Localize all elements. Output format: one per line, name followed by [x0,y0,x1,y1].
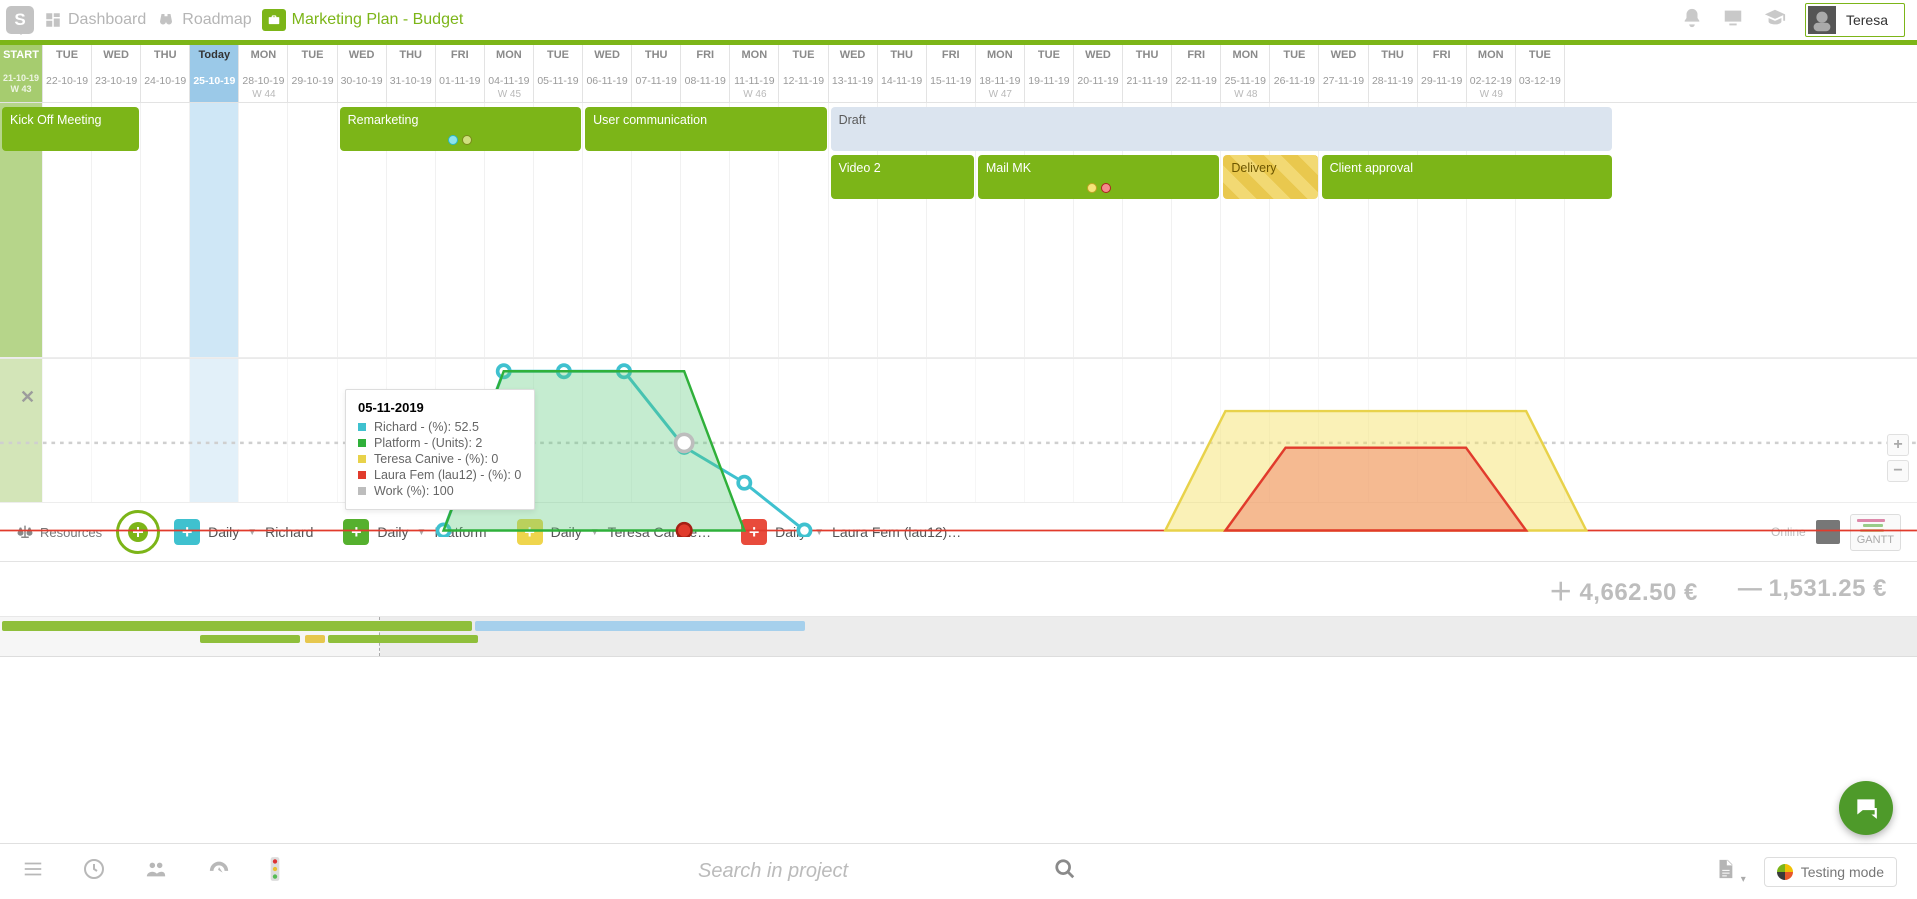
timeline-col: Today25-10-19 [190,45,239,102]
start-date: 21-10-19 [0,73,42,83]
search-input[interactable] [698,860,958,883]
timeline-col: THU21-11-19 [1123,45,1172,102]
testing-mode-icon [1777,864,1793,880]
task-bar[interactable]: User communication [585,107,827,151]
nav-roadmap[interactable]: Roadmap [156,11,251,29]
timeline-col: TUE29-10-19 [288,45,337,102]
nav-project[interactable]: Marketing Plan - Budget [262,9,464,31]
zoom-controls: + − [1887,434,1909,482]
footer: ▾ Testing mode [0,843,1917,899]
timeline-col: THU07-11-19 [632,45,681,102]
chart-tooltip: 05-11-2019 Richard - (%): 52.5Platform -… [345,389,535,510]
document-icon[interactable]: ▾ [1714,856,1745,887]
timeline-col: MON11-11-19W 46 [730,45,779,102]
timeline-col: THU28-11-19 [1369,45,1418,102]
gantt-area[interactable]: Kick Off Meeting RemarketingUser communic… [0,103,1917,358]
timeline-col: WED27-11-19 [1319,45,1368,102]
zoom-out-button[interactable]: − [1887,460,1909,482]
timeline-col: TUE22-10-19 [43,45,92,102]
graduation-icon[interactable] [1763,7,1787,34]
nav-roadmap-label: Roadmap [182,11,251,29]
timeline-columns: TUE22-10-19WED23-10-19THU24-10-19Today25… [43,45,1565,102]
user-chip[interactable]: Teresa [1805,3,1905,37]
dashboard-icon [44,11,62,29]
bell-icon[interactable] [1681,7,1703,34]
task-bar[interactable]: Remarketing [340,107,582,151]
timeline-col: TUE05-11-19 [534,45,583,102]
task-bar[interactable]: Client approval [1322,155,1613,199]
timeline-col: WED13-11-19 [829,45,878,102]
timeline-col: WED30-10-19 [338,45,387,102]
tooltip-row: Platform - (Units): 2 [358,435,522,451]
timeline-col: WED20-11-19 [1074,45,1123,102]
timeline-col: FRI15-11-19 [927,45,976,102]
timeline-col: MON02-12-19W 49 [1467,45,1516,102]
traffic-light-icon[interactable] [268,856,282,887]
app-logo[interactable]: S [6,6,34,34]
timeline-col: MON25-11-19W 48 [1221,45,1270,102]
briefcase-icon [262,9,286,31]
task-bar[interactable]: Draft [831,107,1613,151]
topbar: S Dashboard Roadmap Marketing Plan - Bud… [0,0,1917,40]
clock-icon[interactable] [82,857,106,886]
team-icon[interactable] [142,858,170,885]
timeline-col: TUE12-11-19 [779,45,828,102]
task-bar[interactable]: Mail MK [978,155,1220,199]
timeline-col: TUE03-12-19 [1516,45,1565,102]
start-label: START [3,49,39,61]
monitor-icon[interactable] [1721,7,1745,34]
binoculars-icon [156,11,176,29]
timeline-col: WED23-10-19 [92,45,141,102]
task-bar[interactable]: Kick Off Meeting [2,107,139,151]
chat-fab[interactable] [1839,781,1893,835]
testing-mode-label: Testing mode [1801,864,1884,880]
timeline-col: FRI22-11-19 [1172,45,1221,102]
timeline-col: FRI08-11-19 [681,45,730,102]
timeline-col: THU14-11-19 [878,45,927,102]
timeline-col: WED06-11-19 [583,45,632,102]
chart-plot [0,359,1917,537]
timeline-col: TUE26-11-19 [1270,45,1319,102]
timeline-col: FRI01-11-19 [436,45,485,102]
timeline-col: FRI29-11-19 [1418,45,1467,102]
gauge-icon[interactable] [206,858,232,885]
timeline-col: THU31-10-19 [387,45,436,102]
totals-bar: ＋ 4,662.50 € — 1,531.25 € [0,562,1917,617]
testing-mode-button[interactable]: Testing mode [1764,857,1897,887]
tooltip-row: Laura Fem (lau12) - (%): 0 [358,467,522,483]
nav-dashboard[interactable]: Dashboard [44,11,146,29]
nav-project-label: Marketing Plan - Budget [292,11,464,29]
timeline-col: TUE19-11-19 [1025,45,1074,102]
search [698,860,998,883]
tooltip-date: 05-11-2019 [358,400,522,415]
nav-dashboard-label: Dashboard [68,11,146,29]
minimap[interactable] [0,617,1917,657]
total-positive: ＋ 4,662.50 € [1549,572,1698,607]
timeline-header: START 21-10-19 W 43 TUE22-10-19WED23-10-… [0,45,1917,103]
total-negative: — 1,531.25 € [1738,575,1887,603]
user-name: Teresa [1846,12,1888,28]
topbar-right: Teresa [1681,3,1905,37]
topbar-left: S Dashboard Roadmap Marketing Plan - Bud… [6,6,463,34]
timeline-col: MON04-11-19W 45 [485,45,534,102]
timeline-start: START 21-10-19 W 43 [0,45,43,102]
search-icon[interactable] [1054,858,1076,886]
timeline-col: MON18-11-19W 47 [976,45,1025,102]
zoom-in-button[interactable]: + [1887,434,1909,456]
start-week: W 43 [10,84,31,94]
tooltip-row: Richard - (%): 52.5 [358,419,522,435]
task-bar[interactable]: Delivery [1223,155,1317,199]
tooltip-row: Work (%): 100 [358,483,522,499]
timeline-col: MON28-10-19W 44 [239,45,288,102]
avatar [1808,6,1836,34]
list-icon[interactable] [20,858,46,885]
tooltip-row: Teresa Canive - (%): 0 [358,451,522,467]
resource-chart: ✕ 05-11-2019 Richard - (%): 52.5Platform… [0,358,1917,503]
timeline-col: THU24-10-19 [141,45,190,102]
task-bar[interactable]: Video 2 [831,155,974,199]
